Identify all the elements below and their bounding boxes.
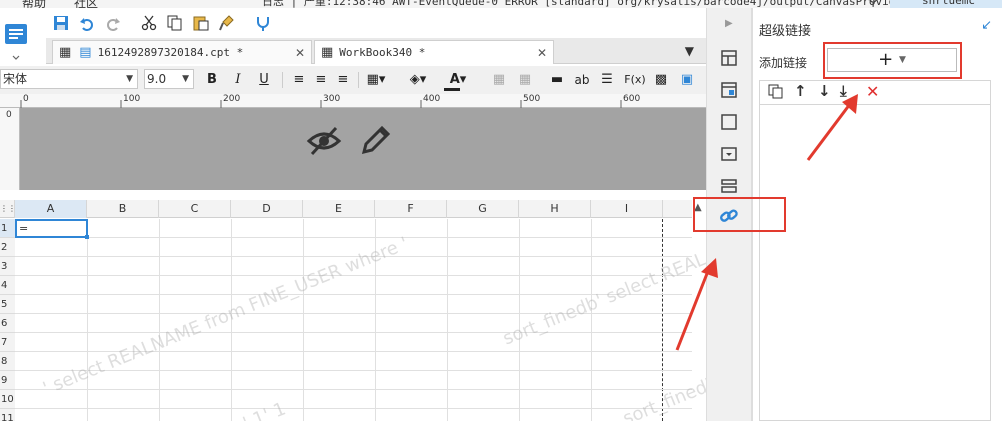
annotation-arrows (675, 94, 858, 351)
